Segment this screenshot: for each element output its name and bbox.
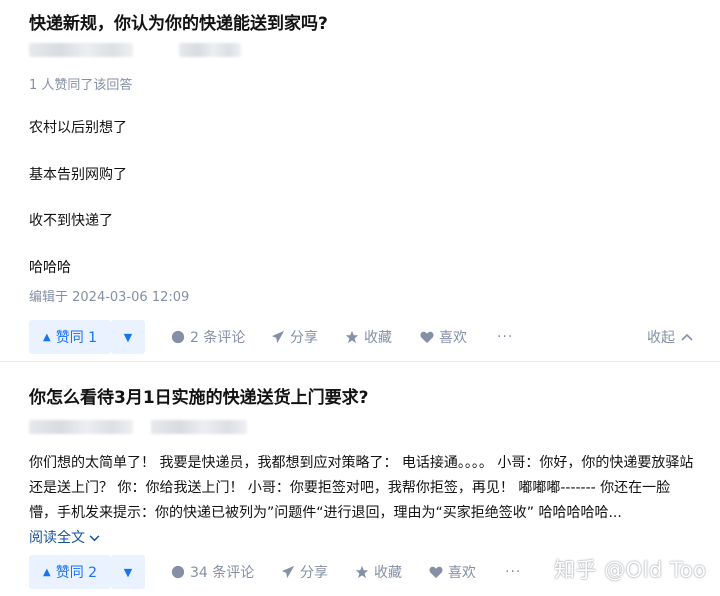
chevron-down-icon [90, 535, 100, 542]
share-label: 分享 [290, 330, 318, 346]
more-button[interactable]: ··· [505, 555, 521, 589]
read-more-link[interactable]: 阅读全文 [29, 530, 100, 546]
chevron-up-icon [681, 333, 693, 341]
star-icon [345, 330, 359, 344]
comment-icon [171, 330, 185, 344]
collapse-label: 收起 [647, 330, 675, 346]
action-bar: ▲ 赞同 1 ▼ 2 条评论 分享 收藏 喜欢 ··· 收起 [29, 320, 709, 354]
answer-excerpt[interactable]: 你们想的太简单了！ 我要是快递员，我都想到应对策略了： 电话接通。。。。 小哥：… [29, 451, 694, 551]
author-bio-blurred [179, 43, 241, 57]
triangle-down-icon: ▼ [123, 565, 133, 579]
vote-up-button[interactable]: ▲ 赞同 2 [29, 555, 112, 589]
triangle-down-icon: ▼ [123, 330, 133, 344]
edited-time: 编辑于 2024-03-06 12:09 [29, 290, 190, 305]
favorite-label: 收藏 [374, 565, 402, 581]
author-bio-blurred [151, 420, 247, 434]
more-button[interactable]: ··· [497, 320, 513, 354]
share-icon [281, 565, 295, 579]
author-info-blurred [29, 42, 241, 58]
watermark: 知乎 @Old Too [554, 558, 707, 582]
author-info-blurred [29, 419, 247, 435]
vote-down-button[interactable]: ▼ [111, 555, 145, 589]
share-button[interactable]: 分享 [271, 320, 318, 354]
read-more-label: 阅读全文 [29, 530, 85, 546]
heart-icon [429, 566, 443, 579]
answer-paragraph: 收不到快递了 [29, 213, 113, 229]
comment-button[interactable]: 2 条评论 [171, 320, 245, 354]
comment-label: 34 条评论 [190, 565, 255, 581]
collapse-button[interactable]: 收起 [647, 320, 693, 354]
vote-up-label: 赞同 2 [55, 565, 98, 581]
answer-paragraph: 农村以后别想了 [29, 120, 127, 136]
share-icon [271, 330, 285, 344]
voters-count: 1 人赞同了该回答 [29, 78, 133, 93]
favorite-label: 收藏 [364, 330, 392, 346]
heart-icon [420, 331, 434, 344]
excerpt-text: 你们想的太简单了！ 我要是快递员，我都想到应对策略了： 电话接通。。。。 小哥：… [29, 455, 694, 521]
question-title[interactable]: 你怎么看待3月1日实施的快递送货上门要求? [29, 386, 369, 410]
answer-card: 快递新规，你认为你的快递能送到家吗? 1 人赞同了该回答 农村以后别想了 基本告… [0, 0, 720, 362]
vote-up-button[interactable]: ▲ 赞同 1 [29, 320, 112, 354]
share-button[interactable]: 分享 [281, 555, 328, 589]
like-label: 喜欢 [439, 330, 467, 346]
vote-down-button[interactable]: ▼ [111, 320, 145, 354]
answer-paragraph: 哈哈哈 [29, 260, 71, 276]
like-button[interactable]: 喜欢 [429, 555, 476, 589]
author-name-blurred [29, 43, 133, 57]
triangle-up-icon: ▲ [43, 331, 51, 343]
comment-label: 2 条评论 [190, 330, 246, 346]
triangle-up-icon: ▲ [43, 566, 51, 578]
share-label: 分享 [300, 565, 328, 581]
like-label: 喜欢 [448, 565, 476, 581]
question-title[interactable]: 快递新规，你认为你的快递能送到家吗? [29, 12, 328, 36]
answer-paragraph: 基本告别网购了 [29, 167, 127, 183]
like-button[interactable]: 喜欢 [420, 320, 467, 354]
comment-icon [171, 565, 185, 579]
favorite-button[interactable]: 收藏 [355, 555, 402, 589]
favorite-button[interactable]: 收藏 [345, 320, 392, 354]
comment-button[interactable]: 34 条评论 [171, 555, 254, 589]
star-icon [355, 565, 369, 579]
vote-up-label: 赞同 1 [55, 330, 98, 346]
author-name-blurred [29, 420, 133, 434]
